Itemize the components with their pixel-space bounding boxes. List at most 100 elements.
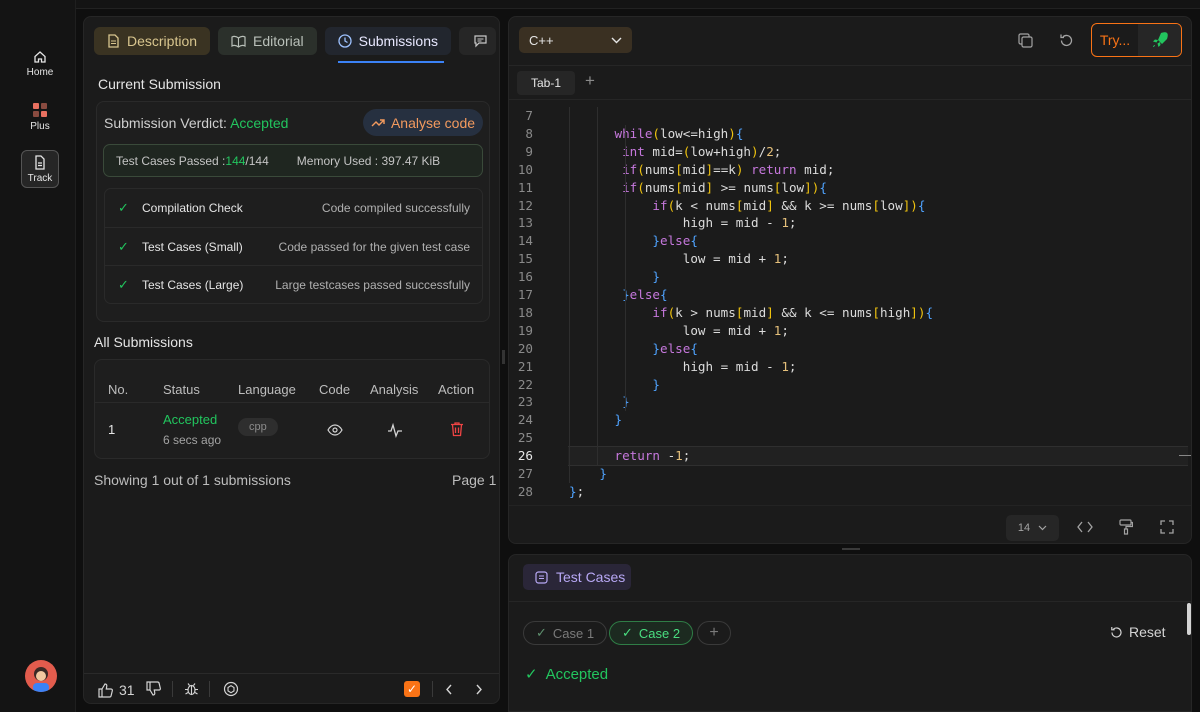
format-paint-icon[interactable]	[1119, 519, 1133, 535]
code-line[interactable]: }else{	[569, 340, 698, 358]
plus-grid-icon	[33, 103, 47, 117]
code-line[interactable]: high = mid - 1;	[569, 214, 797, 232]
document-icon	[108, 34, 119, 48]
tab-test-cases[interactable]: Test Cases	[523, 564, 631, 590]
sidebar-item-track[interactable]: Track	[21, 150, 59, 188]
editor-toolbar-divider	[509, 65, 1191, 66]
column-header: Status	[163, 382, 200, 397]
indent-guide	[597, 107, 598, 465]
reset-icon	[1111, 626, 1122, 638]
book-icon	[231, 35, 246, 48]
tab-tab-1[interactable]: Tab-1	[517, 71, 575, 95]
check-value: Large testcases passed successfully	[275, 277, 470, 292]
tab-submissions[interactable]: Submissions	[324, 27, 451, 55]
code-brackets-icon[interactable]	[1077, 521, 1093, 533]
add-case-button[interactable]: +	[697, 621, 731, 645]
submit-button[interactable]	[1138, 24, 1181, 56]
code-line[interactable]: int mid=(low+high)/2;	[569, 143, 781, 161]
check-icon: ✓	[525, 666, 538, 683]
list-item: ✓ Compilation Check Code compiled succes…	[105, 189, 482, 227]
trash-icon[interactable]	[450, 421, 464, 437]
code-line[interactable]: if(k < nums[mid] && k >= nums[low]){	[569, 197, 925, 215]
code-line[interactable]: }	[569, 376, 660, 394]
case-2-button[interactable]: ✓ Case 2	[609, 621, 694, 645]
scrollbar[interactable]	[1187, 603, 1191, 635]
bookmark-checkbox[interactable]: ✓	[404, 681, 420, 697]
memory-used: Memory Used : 397.47 KiB	[296, 153, 441, 168]
code-line[interactable]: }	[569, 393, 630, 411]
code-line[interactable]: }	[569, 411, 623, 429]
code-line[interactable]: high = mid - 1;	[569, 358, 797, 376]
test-cases-label: Test Cases	[556, 569, 626, 585]
code-line[interactable]: if(nums[mid] >= nums[low]){	[569, 179, 827, 197]
horizontal-splitter[interactable]	[842, 548, 860, 550]
tab-discussion[interactable]	[459, 27, 496, 55]
bug-icon[interactable]	[184, 681, 199, 696]
openai-icon[interactable]	[223, 681, 239, 697]
vertical-splitter[interactable]	[502, 350, 505, 364]
code-line[interactable]: }	[569, 268, 660, 286]
scroll-marker	[1179, 455, 1191, 456]
table-row[interactable]: 1 Accepted 6 secs ago cpp	[95, 403, 489, 459]
code-line[interactable]: while(low<=high){	[569, 125, 744, 143]
check-label: Test Cases (Large)	[142, 277, 244, 292]
avatar[interactable]	[25, 660, 57, 692]
editor-footer-divider	[509, 505, 1191, 506]
line-number: 15	[517, 251, 533, 267]
run-button[interactable]: Try...	[1091, 23, 1182, 57]
like-button[interactable]: 31	[98, 681, 135, 699]
reset-icon[interactable]	[1059, 33, 1074, 48]
case-label: Case 2	[638, 625, 681, 641]
indent-guide	[625, 124, 626, 412]
chevron-right-icon[interactable]	[475, 684, 483, 695]
list-item: ✓ Test Cases (Large) Large testcases pas…	[105, 265, 482, 303]
tests-total: /144	[245, 153, 269, 168]
checks-list: ✓ Compilation Check Code compiled succes…	[104, 188, 483, 304]
terminal-icon	[535, 570, 548, 584]
line-number: 12	[517, 197, 533, 213]
tab-label: Description	[127, 33, 198, 49]
tests-passed-count: 144	[225, 153, 246, 168]
sidebar-item-label: Track	[27, 172, 53, 184]
code-line[interactable]: low = mid + 1;	[569, 322, 789, 340]
sidebar: Home Plus Track	[0, 0, 76, 712]
thumbs-down-icon[interactable]	[146, 681, 161, 696]
fullscreen-icon[interactable]	[1160, 520, 1174, 534]
check-icon: ✓	[536, 625, 547, 640]
eye-icon[interactable]	[327, 424, 343, 436]
language-select[interactable]: C++	[519, 27, 632, 53]
code-line[interactable]: return -1;	[569, 447, 691, 465]
check-icon: ✓	[622, 625, 633, 640]
code-line[interactable]: if(k > nums[mid] && k <= nums[high]){	[569, 304, 933, 322]
activity-icon[interactable]	[387, 422, 403, 438]
row-number: 1	[108, 422, 116, 437]
code-line[interactable]: low = mid + 1;	[569, 250, 789, 268]
sidebar-item-plus[interactable]: Plus	[21, 98, 59, 136]
tab-divider	[509, 99, 1191, 100]
sidebar-item-home[interactable]: Home	[21, 45, 59, 83]
current-submission-card: Submission Verdict: Accepted Analyse cod…	[96, 101, 490, 322]
tab-description[interactable]: Description	[94, 27, 211, 55]
code-line[interactable]: }	[569, 465, 607, 483]
code-line[interactable]: if(nums[mid]==k) return mid;	[569, 161, 834, 179]
active-tab-indicator	[338, 61, 444, 63]
copy-icon[interactable]	[1018, 33, 1033, 48]
submissions-table: No. Status Language Code Analysis Action…	[94, 359, 490, 459]
analyse-code-button[interactable]: Analyse code	[363, 109, 483, 136]
code-line[interactable]: }else{	[569, 286, 668, 304]
result-label: Accepted	[545, 665, 609, 683]
add-tab-button[interactable]: +	[585, 71, 595, 91]
reset-button[interactable]: Reset	[1110, 624, 1166, 640]
chevron-down-icon	[611, 37, 622, 43]
code-line[interactable]: }else{	[569, 232, 698, 250]
line-number: 9	[525, 143, 533, 159]
font-size-value: 14	[1017, 522, 1031, 534]
font-size-select[interactable]: 14	[1006, 515, 1059, 541]
tab-editorial[interactable]: Editorial	[218, 27, 317, 55]
code-line[interactable]: };	[569, 483, 584, 501]
top-bar	[76, 0, 1200, 9]
document-icon	[35, 154, 45, 170]
chevron-left-icon[interactable]	[445, 684, 453, 695]
case-1-button[interactable]: ✓ Case 1	[523, 621, 608, 645]
avatar-icon	[33, 667, 49, 692]
